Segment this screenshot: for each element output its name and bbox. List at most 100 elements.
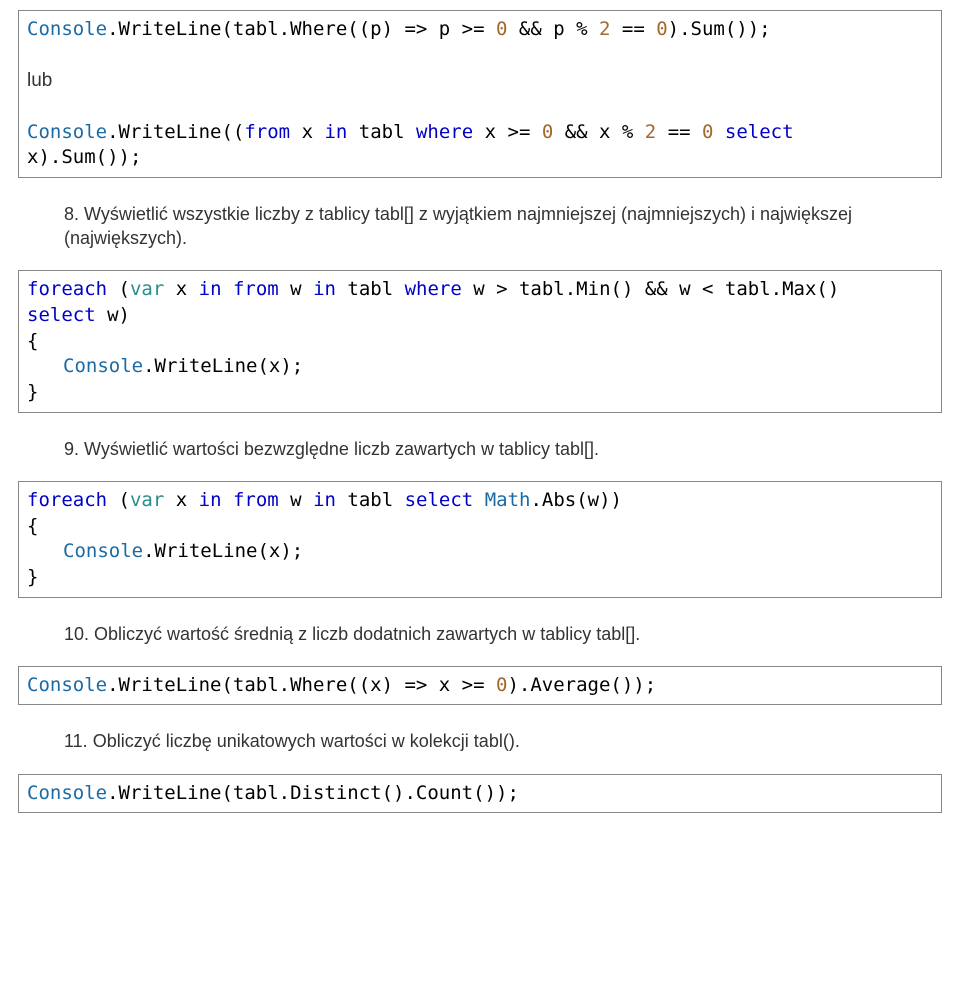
paragraph-text: 8. Wyświetlić wszystkie liczby z tablicy… (64, 204, 852, 248)
code-token: foreach (27, 278, 107, 300)
code-token: Console (63, 355, 143, 377)
code-block: Console.WriteLine(tabl.Distinct().Count(… (18, 774, 942, 814)
code-token: .WriteLine(tabl.Distinct().Count()); (107, 782, 519, 804)
code-token: 2 (645, 121, 656, 143)
code-line: foreach (var x in from w in tabl where w… (27, 277, 933, 303)
code-line: foreach (var x in from w in tabl select … (27, 488, 933, 514)
code-token: foreach (27, 489, 107, 511)
code-token: Console (27, 18, 107, 40)
code-token: in (324, 121, 347, 143)
code-token (713, 121, 724, 143)
code-token: Console (63, 540, 143, 562)
code-token: tabl (347, 121, 416, 143)
code-token (27, 95, 38, 117)
code-token: ( (107, 489, 130, 511)
code-token: from (233, 278, 279, 300)
paragraph-text: 9. Wyświetlić wartości bezwzględne liczb… (64, 439, 599, 459)
code-token: { (27, 515, 38, 537)
code-block: foreach (var x in from w in tabl where w… (18, 270, 942, 412)
code-token: && x % (553, 121, 645, 143)
code-token: Console (27, 674, 107, 696)
code-token: from (233, 489, 279, 511)
code-token (222, 278, 233, 300)
code-token: == (610, 18, 656, 40)
code-line (27, 94, 933, 120)
code-token: x >= (473, 121, 542, 143)
code-line: x).Sum()); (27, 145, 933, 171)
paragraph-text: 11. Obliczyć liczbę unikatowych wartości… (64, 731, 520, 751)
code-line: select w) (27, 303, 933, 329)
code-token: w) (96, 304, 130, 326)
paragraph: 10. Obliczyć wartość średnią z liczb dod… (18, 622, 942, 646)
paragraph: 8. Wyświetlić wszystkie liczby z tablicy… (18, 202, 942, 251)
code-token: select (27, 304, 96, 326)
code-token: w (279, 278, 313, 300)
code-token: w (279, 489, 313, 511)
code-token (27, 44, 38, 66)
code-block: foreach (var x in from w in tabl select … (18, 481, 942, 598)
paragraph: 9. Wyświetlić wartości bezwzględne liczb… (18, 437, 942, 461)
code-token: .WriteLine(( (107, 121, 244, 143)
code-line: } (27, 565, 933, 591)
code-token: Console (27, 782, 107, 804)
code-token: 0 (542, 121, 553, 143)
code-line: { (27, 329, 933, 355)
code-token: select (405, 489, 474, 511)
code-token: .WriteLine(x); (143, 355, 303, 377)
code-line: Console.WriteLine(x); (27, 539, 933, 565)
code-token: .WriteLine(tabl.Where((p) => p >= (107, 18, 496, 40)
code-token: in (313, 489, 336, 511)
code-token: var (130, 489, 164, 511)
code-token: Console (27, 121, 107, 143)
code-token: w > tabl.Min() && w < tabl.Max() (462, 278, 840, 300)
code-token: .Abs(w)) (530, 489, 622, 511)
code-token: 0 (656, 18, 667, 40)
code-line: Console.WriteLine(tabl.Distinct().Count(… (27, 781, 933, 807)
code-line: lub (27, 68, 933, 94)
code-token: where (405, 278, 462, 300)
code-token: in (199, 489, 222, 511)
code-token: where (416, 121, 473, 143)
code-token: .WriteLine(x); (143, 540, 303, 562)
code-token (222, 489, 233, 511)
code-token (473, 489, 484, 511)
code-token: Math (485, 489, 531, 511)
code-token: .WriteLine(tabl.Where((x) => x >= (107, 674, 496, 696)
code-line: Console.WriteLine((from x in tabl where … (27, 120, 933, 146)
code-token: var (130, 278, 164, 300)
code-token: 0 (496, 674, 507, 696)
code-token: x).Sum()); (27, 146, 141, 168)
code-token: tabl (336, 278, 405, 300)
code-token: in (313, 278, 336, 300)
code-block: Console.WriteLine(tabl.Where((p) => p >=… (18, 10, 942, 178)
code-line: { (27, 514, 933, 540)
code-block: Console.WriteLine(tabl.Where((x) => x >=… (18, 666, 942, 706)
code-token: lub (27, 70, 52, 91)
code-token: ).Sum()); (668, 18, 771, 40)
code-token: x (290, 121, 324, 143)
code-token: ( (107, 278, 130, 300)
code-token: } (27, 566, 38, 588)
paragraph: 11. Obliczyć liczbę unikatowych wartości… (18, 729, 942, 753)
code-token: in (199, 278, 222, 300)
code-token: 2 (599, 18, 610, 40)
code-token: } (27, 381, 38, 403)
code-token: && p % (507, 18, 599, 40)
code-token: tabl (336, 489, 405, 511)
code-token: x (164, 489, 198, 511)
code-token: { (27, 330, 38, 352)
code-token: ).Average()); (507, 674, 656, 696)
code-line: Console.WriteLine(tabl.Where((x) => x >=… (27, 673, 933, 699)
paragraph-text: 10. Obliczyć wartość średnią z liczb dod… (64, 624, 640, 644)
code-token: 0 (702, 121, 713, 143)
code-token: 0 (496, 18, 507, 40)
code-line: Console.WriteLine(tabl.Where((p) => p >=… (27, 17, 933, 43)
code-token: from (244, 121, 290, 143)
code-line: Console.WriteLine(x); (27, 354, 933, 380)
document-root: Console.WriteLine(tabl.Where((p) => p >=… (18, 10, 942, 813)
code-token: == (656, 121, 702, 143)
code-token: select (725, 121, 794, 143)
code-line: } (27, 380, 933, 406)
code-token: x (164, 278, 198, 300)
code-line (27, 43, 933, 69)
